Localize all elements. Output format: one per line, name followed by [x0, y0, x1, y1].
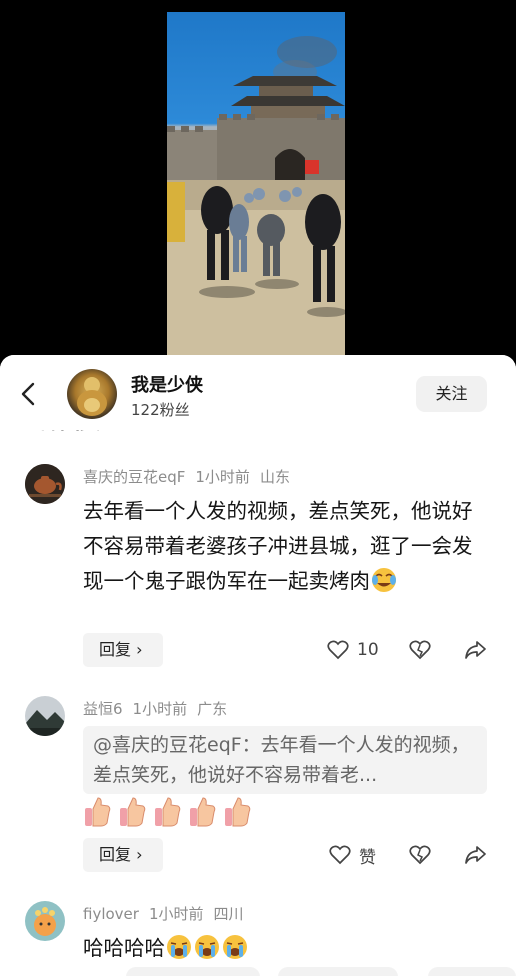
reply-sheet: 全部回复 我是少侠 122粉丝 关注: [0, 355, 516, 976]
back-button[interactable]: [18, 379, 40, 409]
dislike-button[interactable]: [409, 635, 431, 665]
comment-location: 山东: [259, 468, 290, 486]
comment-meta: 益恒6 1小时前 广东: [83, 698, 237, 719]
thumbs-up-emoji-icon: [153, 796, 182, 828]
comment-time: 1小时前: [132, 700, 188, 718]
placeholder-pill: [126, 967, 260, 976]
sheet-header: 我是少侠 122粉丝 关注: [0, 355, 516, 430]
thumbs-up-emoji-icon: [118, 796, 147, 828]
placeholder-pill: [428, 967, 516, 976]
comment-text: 哈哈哈哈: [83, 931, 483, 966]
share-arrow-icon: [465, 846, 486, 864]
comment-time: 1小时前: [195, 468, 250, 486]
comment-user[interactable]: 喜庆的豆花eqF: [83, 468, 185, 486]
like-count: 10: [357, 640, 379, 660]
comment-text: 去年看一个人发的视频，差点笑死，他说好不容易带着老婆孩子冲进县城，逛了一会发现一…: [83, 494, 483, 599]
comment-text-body: 哈哈哈哈: [83, 936, 165, 960]
comment-meta: 喜庆的豆花eqF 1小时前 山东: [83, 466, 300, 487]
video-scene-image: [167, 36, 345, 360]
broken-heart-icon: [409, 845, 431, 865]
thumbs-up-emoji-row: [83, 796, 252, 828]
comment-user[interactable]: 益恒6: [83, 700, 123, 718]
like-button[interactable]: 10: [327, 635, 379, 665]
comment-location: 广东: [197, 700, 228, 718]
reply-button[interactable]: 回复 ›: [83, 633, 163, 667]
laugh-cry-emoji-icon: [370, 566, 398, 594]
next-comment-preview: [0, 967, 516, 976]
heart-icon: [329, 845, 351, 865]
chevron-left-icon: [21, 382, 35, 406]
share-arrow-icon: [465, 641, 486, 659]
comment-user[interactable]: fiylover: [83, 905, 139, 923]
heart-icon: [327, 640, 349, 660]
reply-button[interactable]: 回复 ›: [83, 838, 163, 872]
video-player[interactable]: [0, 0, 516, 360]
placeholder-pill: [278, 967, 398, 976]
buddha-statue-icon: [77, 377, 107, 416]
dislike-button[interactable]: [409, 840, 431, 870]
loudly-crying-emoji-icon: [165, 933, 193, 961]
broken-heart-icon: [409, 640, 431, 660]
teapot-avatar-icon[interactable]: [25, 464, 65, 504]
fans-count: 122粉丝: [131, 401, 190, 419]
loudly-crying-emoji-icon: [221, 933, 249, 961]
video-frame[interactable]: [167, 12, 345, 360]
comment-time: 1小时前: [148, 905, 204, 923]
avatar[interactable]: [67, 369, 117, 419]
user-name[interactable]: 我是少侠: [131, 371, 203, 397]
thumbs-up-emoji-icon: [223, 796, 252, 828]
comment-location: 四川: [213, 905, 244, 923]
thumbs-up-emoji-icon: [188, 796, 217, 828]
like-button[interactable]: 赞: [329, 840, 376, 870]
mountain-avatar-icon[interactable]: [25, 696, 65, 736]
share-button[interactable]: [464, 635, 486, 665]
follow-button[interactable]: 关注: [416, 376, 487, 412]
loudly-crying-emoji-icon: [193, 933, 221, 961]
share-button[interactable]: [464, 840, 486, 870]
cartoon-avatar-icon[interactable]: [25, 901, 65, 941]
comment-meta: fiylover 1小时前 四川: [83, 903, 254, 924]
like-label: 赞: [359, 847, 376, 868]
comment-text-body: 去年看一个人发的视频，差点笑死，他说好不容易带着老婆孩子冲进县城，逛了一会发现一…: [83, 499, 473, 593]
quoted-comment[interactable]: @喜庆的豆花eqF：去年看一个人发的视频，差点笑死，他说好不容易带着老...: [83, 726, 487, 794]
thumbs-up-emoji-icon: [83, 796, 112, 828]
